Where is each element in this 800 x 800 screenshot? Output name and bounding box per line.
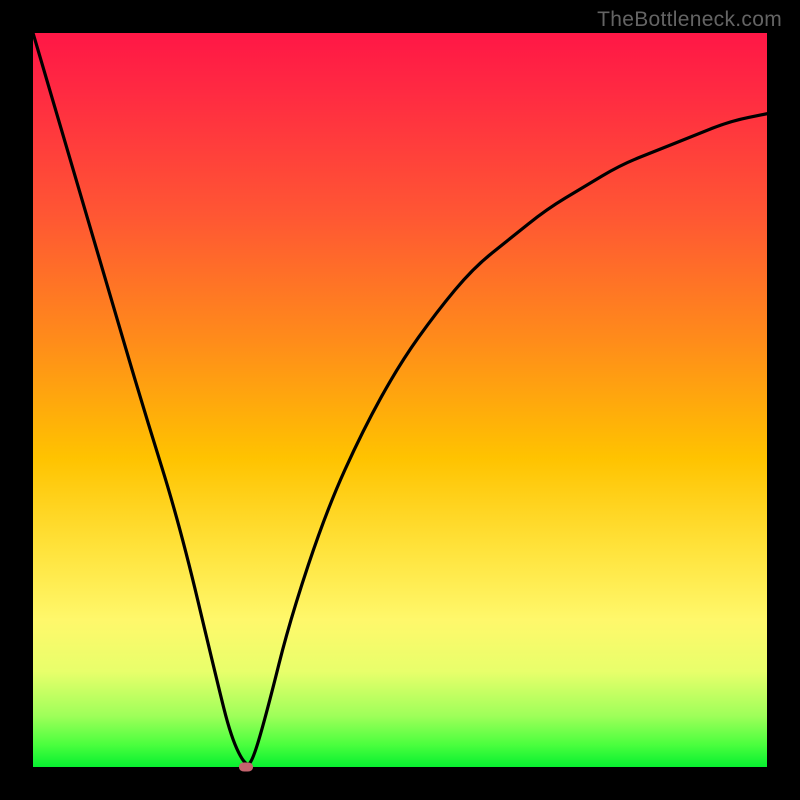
minimum-marker (239, 763, 253, 772)
chart-frame: TheBottleneck.com (0, 0, 800, 800)
bottleneck-curve (33, 33, 767, 767)
plot-area (33, 33, 767, 767)
watermark-text: TheBottleneck.com (597, 8, 782, 32)
curve-path (33, 33, 767, 764)
